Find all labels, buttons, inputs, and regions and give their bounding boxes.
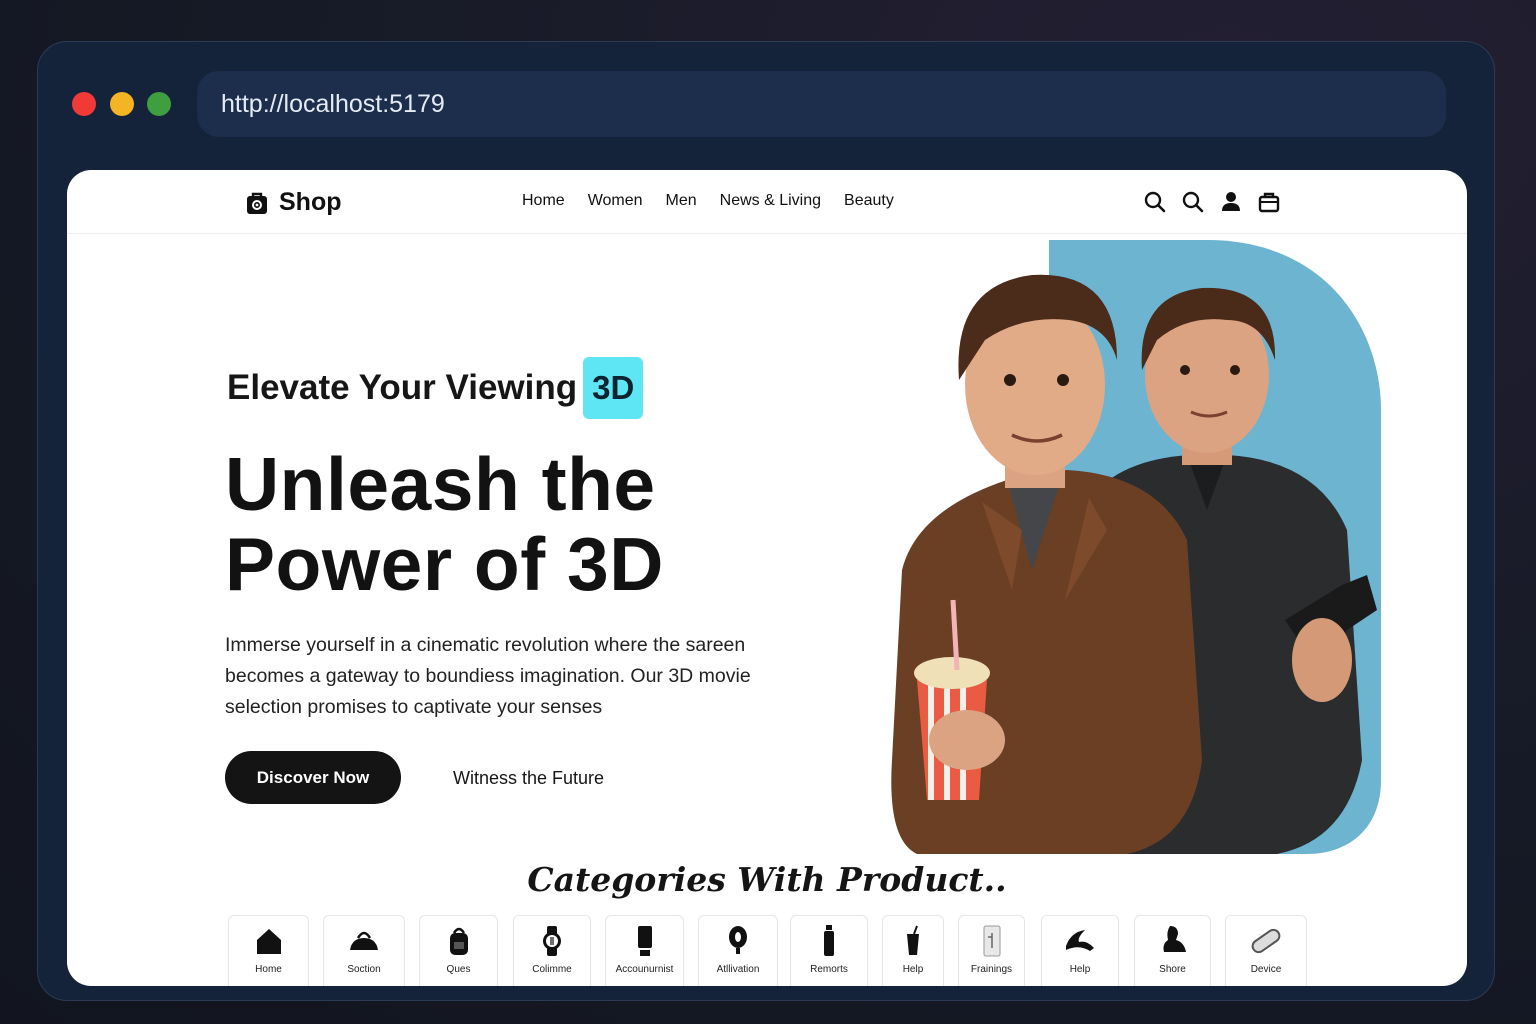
category-tile[interactable]: Shore <box>1134 915 1211 986</box>
fridge-icon <box>983 925 1000 957</box>
category-label: Home <box>255 964 282 975</box>
backpack-icon <box>449 927 468 955</box>
bag-icon[interactable] <box>1257 190 1281 214</box>
categories-title: Categories With Product.. <box>527 860 1007 899</box>
search-icon[interactable] <box>1143 190 1167 214</box>
category-label: Colimme <box>532 964 572 975</box>
brand-logo[interactable]: Shop <box>245 188 342 217</box>
category-label: Shore <box>1159 964 1186 975</box>
shoe-icon <box>1066 930 1094 951</box>
hero-illustration <box>891 240 1381 854</box>
web-page: Shop Home Women Men News & Living Beauty <box>67 170 1467 986</box>
boot-icon <box>1163 926 1186 952</box>
category-tile[interactable]: Atllivation <box>698 915 778 986</box>
nav-link-women[interactable]: Women <box>588 192 643 210</box>
hero-headline-line-2: Power of 3D <box>225 522 664 606</box>
category-label: Atllivation <box>716 964 760 975</box>
category-tile[interactable]: Colimme <box>513 915 591 986</box>
hero-kicker-text: Elevate Your Viewing <box>227 368 578 407</box>
watch-icon <box>543 926 561 956</box>
discover-now-button[interactable]: Discover Now <box>225 751 401 804</box>
nav-link-men[interactable]: Men <box>666 192 697 210</box>
user-icon[interactable] <box>1219 190 1243 214</box>
category-tile[interactable]: Ques <box>419 915 498 986</box>
category-label: Accounurnist <box>615 964 674 975</box>
witness-future-link[interactable]: Witness the Future <box>453 768 604 789</box>
category-label: Soction <box>347 964 381 975</box>
badge-3d: 3D <box>583 357 644 419</box>
category-label: Remorts <box>810 964 848 975</box>
handbag-icon <box>350 931 378 950</box>
category-tile[interactable]: Soction <box>323 915 405 986</box>
maximize-window-button[interactable] <box>147 92 171 116</box>
category-tile[interactable]: Device <box>1225 915 1307 986</box>
category-label: Ques <box>446 964 471 975</box>
hero-headline: Unleash the Power of 3D <box>225 444 785 604</box>
cup-icon <box>907 925 919 955</box>
nav-link-home[interactable]: Home <box>522 192 565 210</box>
hero-kicker: Elevate Your Viewing 3D <box>227 357 644 419</box>
nav-link-news-living[interactable]: News & Living <box>720 192 821 210</box>
category-tile[interactable]: Help <box>882 915 944 986</box>
category-tile[interactable]: Home <box>228 915 309 986</box>
category-tile[interactable]: Remorts <box>790 915 868 986</box>
pill-icon <box>1251 928 1281 954</box>
header-actions <box>1143 190 1281 214</box>
hero-description: Immerse yourself in a cinematic revoluti… <box>225 634 751 718</box>
category-label: Help <box>902 964 924 975</box>
close-window-button[interactable] <box>72 92 96 116</box>
category-tile[interactable]: Help <box>1041 915 1119 986</box>
category-label: Device <box>1250 964 1282 975</box>
address-bar[interactable]: http://localhost:5179 <box>197 71 1446 137</box>
browser-window: http://localhost:5179 Shop Home Women Me… <box>37 41 1495 1001</box>
search-icon[interactable] <box>1181 190 1205 214</box>
house-icon <box>256 929 281 954</box>
phone-icon <box>637 926 652 956</box>
brand-name: Shop <box>279 188 342 216</box>
category-label: Help <box>1069 964 1091 975</box>
category-tile[interactable]: Accounurnist <box>605 915 684 986</box>
hero-headline-line-1: Unleash the <box>225 442 656 526</box>
site-header: Shop Home Women Men News & Living Beauty <box>67 170 1467 234</box>
nav-link-beauty[interactable]: Beauty <box>844 192 894 210</box>
category-label: Frainings <box>970 964 1013 975</box>
main-menu: Home Women Men News & Living Beauty <box>522 192 894 210</box>
lamp-icon <box>729 926 747 954</box>
shopping-bag-icon <box>247 192 267 214</box>
minimize-window-button[interactable] <box>110 92 134 116</box>
address-url: http://localhost:5179 <box>221 89 445 118</box>
bottle-icon <box>824 925 834 956</box>
category-tile[interactable]: Frainings <box>958 915 1025 986</box>
